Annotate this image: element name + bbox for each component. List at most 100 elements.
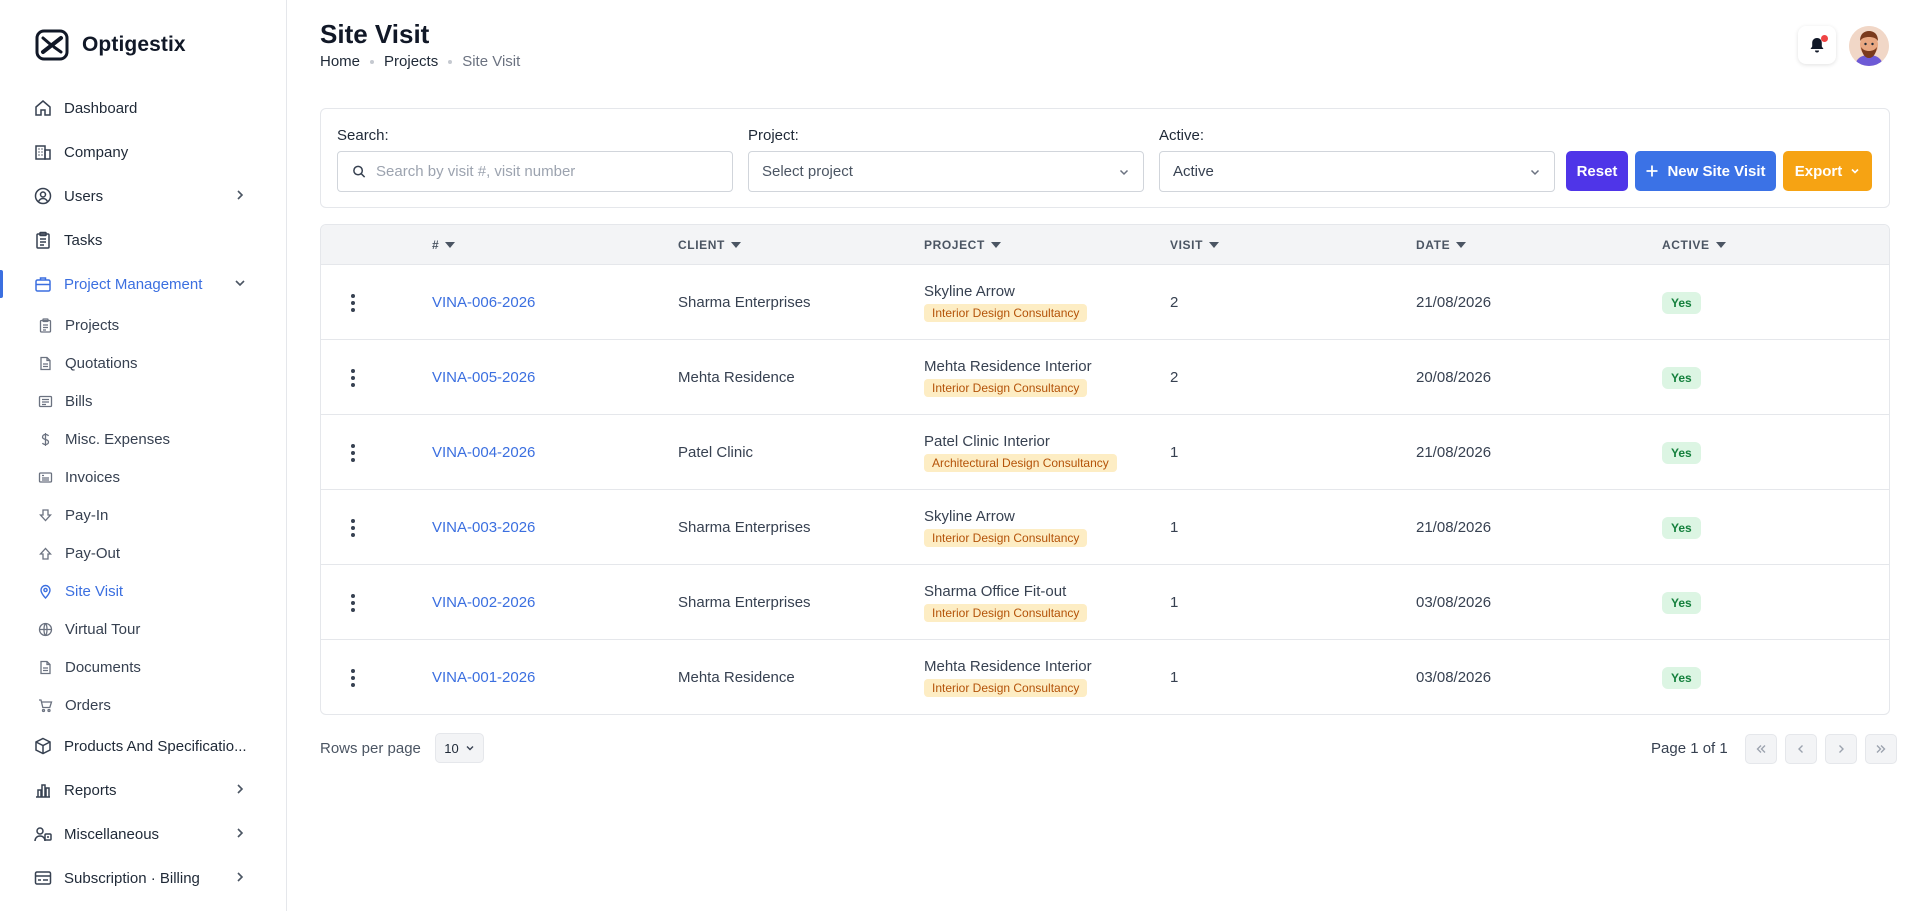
search-input[interactable] [376,163,732,180]
date-cell: 03/08/2026 [1416,669,1492,686]
visit-cell: 1 [1170,519,1179,536]
search-label: Search: [337,127,389,144]
visit-number-link[interactable]: VINA-006-2026 [432,294,535,311]
chevrons-left-icon [1756,745,1766,753]
status-badge: Yes [1662,366,1701,389]
sidebar-item-company[interactable]: Company [0,130,287,174]
sidebar-item-site-visit[interactable]: Site Visit [0,572,287,610]
previous-page-button[interactable] [1785,734,1817,764]
column-header-project[interactable]: PROJECT [924,225,1001,265]
sidebar-item-users[interactable]: Users [0,174,287,218]
column-header-visit[interactable]: VISIT [1170,225,1220,265]
sidebar-item-label: Subscription · Billing [64,869,200,887]
reset-button-label: Reset [1576,162,1618,180]
visit-number-link[interactable]: VINA-005-2026 [432,369,535,386]
column-header-date[interactable]: DATE [1416,225,1467,265]
sidebar-item-project-management[interactable]: Project Management [0,262,287,306]
visit-number-link[interactable]: VINA-004-2026 [432,444,535,461]
user-circle-icon [34,187,52,205]
sidebar-item-label: Invoices [65,468,121,486]
export-button-label: Export [1794,162,1843,180]
pay-in-icon [38,508,53,523]
sidebar-item-pay-out[interactable]: Pay-Out [0,534,287,572]
row-actions-menu-icon[interactable] [343,591,363,615]
visit-cell: 1 [1170,594,1179,611]
chevron-right-icon [237,784,244,794]
sidebar-item-documents[interactable]: Documents [0,648,287,686]
row-actions-menu-icon[interactable] [343,291,363,315]
project-type-tag: Interior Design Consultancy [924,604,1088,622]
row-actions-menu-icon[interactable] [343,441,363,465]
sidebar-item-label: Tasks [64,231,103,249]
table-header: # CLIENT PROJECT VISIT DATE ACTIVE [321,225,1889,265]
new-site-visit-button[interactable]: New Site Visit [1635,151,1776,191]
active-select[interactable]: Active [1159,151,1555,192]
chevron-down-icon [1119,169,1129,175]
reset-button[interactable]: Reset [1566,151,1628,191]
column-header-client[interactable]: CLIENT [678,225,741,265]
status-badge: Yes [1662,441,1701,464]
column-header-label: VISIT [1170,238,1204,252]
visit-cell: 1 [1170,444,1179,461]
sidebar-item-miscellaneous[interactable]: Miscellaneous [0,812,287,856]
sidebar-item-tasks[interactable]: Tasks [0,218,287,262]
visit-number-link[interactable]: VINA-001-2026 [432,669,535,686]
breadcrumb-separator [370,59,375,64]
sidebar-item-products-and-specifications[interactable]: Products And Specificatio... [0,724,287,768]
status-badge: Yes [1662,591,1701,614]
notifications-button[interactable] [1798,26,1836,64]
chevron-down-icon [466,746,474,751]
filter-panel: Search: Project: Select project Active: … [320,108,1890,208]
sidebar-item-projects[interactable]: Projects [0,306,287,344]
app-logo[interactable]: Optigestix [34,28,186,62]
row-actions-menu-icon[interactable] [343,666,363,690]
sidebar-item-invoices[interactable]: Invoices [0,458,287,496]
column-header-active[interactable]: ACTIVE [1662,225,1726,265]
breadcrumb-projects[interactable]: Projects [384,53,438,70]
column-header-number[interactable]: # [432,225,456,265]
export-button[interactable]: Export [1783,151,1872,191]
sidebar-item-virtual-tour[interactable]: Virtual Tour [0,610,287,648]
sidebar-item-label: Projects [65,316,120,334]
chevron-left-icon [1798,745,1803,753]
chevron-right-icon [237,872,244,882]
project-type-tag: Interior Design Consultancy [924,679,1088,697]
row-actions-menu-icon[interactable] [343,516,363,540]
sidebar-item-label: Project Management [64,275,203,293]
chevron-right-icon [237,828,244,838]
sidebar-item-reports[interactable]: Reports [0,768,287,812]
project-name: Sharma Office Fit-out [924,583,1067,600]
chevron-down-icon [1530,169,1540,175]
sidebar-item-subscription-billing[interactable]: Subscription · Billing [0,856,287,900]
sidebar-item-misc-expenses[interactable]: Misc. Expenses [0,420,287,458]
breadcrumb-home[interactable]: Home [320,53,360,70]
sidebar-item-label: Reports [64,781,117,799]
client-cell: Sharma Enterprises [678,294,811,311]
table-row: VINA-001-2026 Mehta Residence Mehta Resi… [321,640,1889,714]
visit-number-link[interactable]: VINA-003-2026 [432,519,535,536]
sidebar-item-dashboard[interactable]: Dashboard [0,86,287,130]
sidebar-item-bills[interactable]: Bills [0,382,287,420]
first-page-button[interactable] [1745,734,1777,764]
sort-caret-icon [1209,242,1220,248]
avatar[interactable] [1849,26,1889,66]
visit-cell: 2 [1170,369,1179,386]
visit-number-link[interactable]: VINA-002-2026 [432,594,535,611]
sidebar-item-pay-in[interactable]: Pay-In [0,496,287,534]
sidebar-item-label: Company [64,143,129,161]
project-name: Patel Clinic Interior [924,433,1050,450]
project-select[interactable]: Select project [748,151,1144,192]
clipboard-icon [38,317,53,333]
sidebar-item-label: Miscellaneous [64,825,160,843]
sidebar-nav: Dashboard Company Users Tasks Project Ma… [0,86,287,900]
sidebar-item-label: Products And Specificatio... [64,737,247,755]
client-cell: Mehta Residence [678,669,795,686]
next-page-button[interactable] [1825,734,1857,764]
search-field[interactable] [337,151,733,192]
last-page-button[interactable] [1865,734,1897,764]
sidebar-item-orders[interactable]: Orders [0,686,287,724]
row-actions-menu-icon[interactable] [343,366,363,390]
sidebar-item-quotations[interactable]: Quotations [0,344,287,382]
rows-per-page-select[interactable]: 10 [435,733,484,763]
sort-caret-icon [1715,242,1726,248]
